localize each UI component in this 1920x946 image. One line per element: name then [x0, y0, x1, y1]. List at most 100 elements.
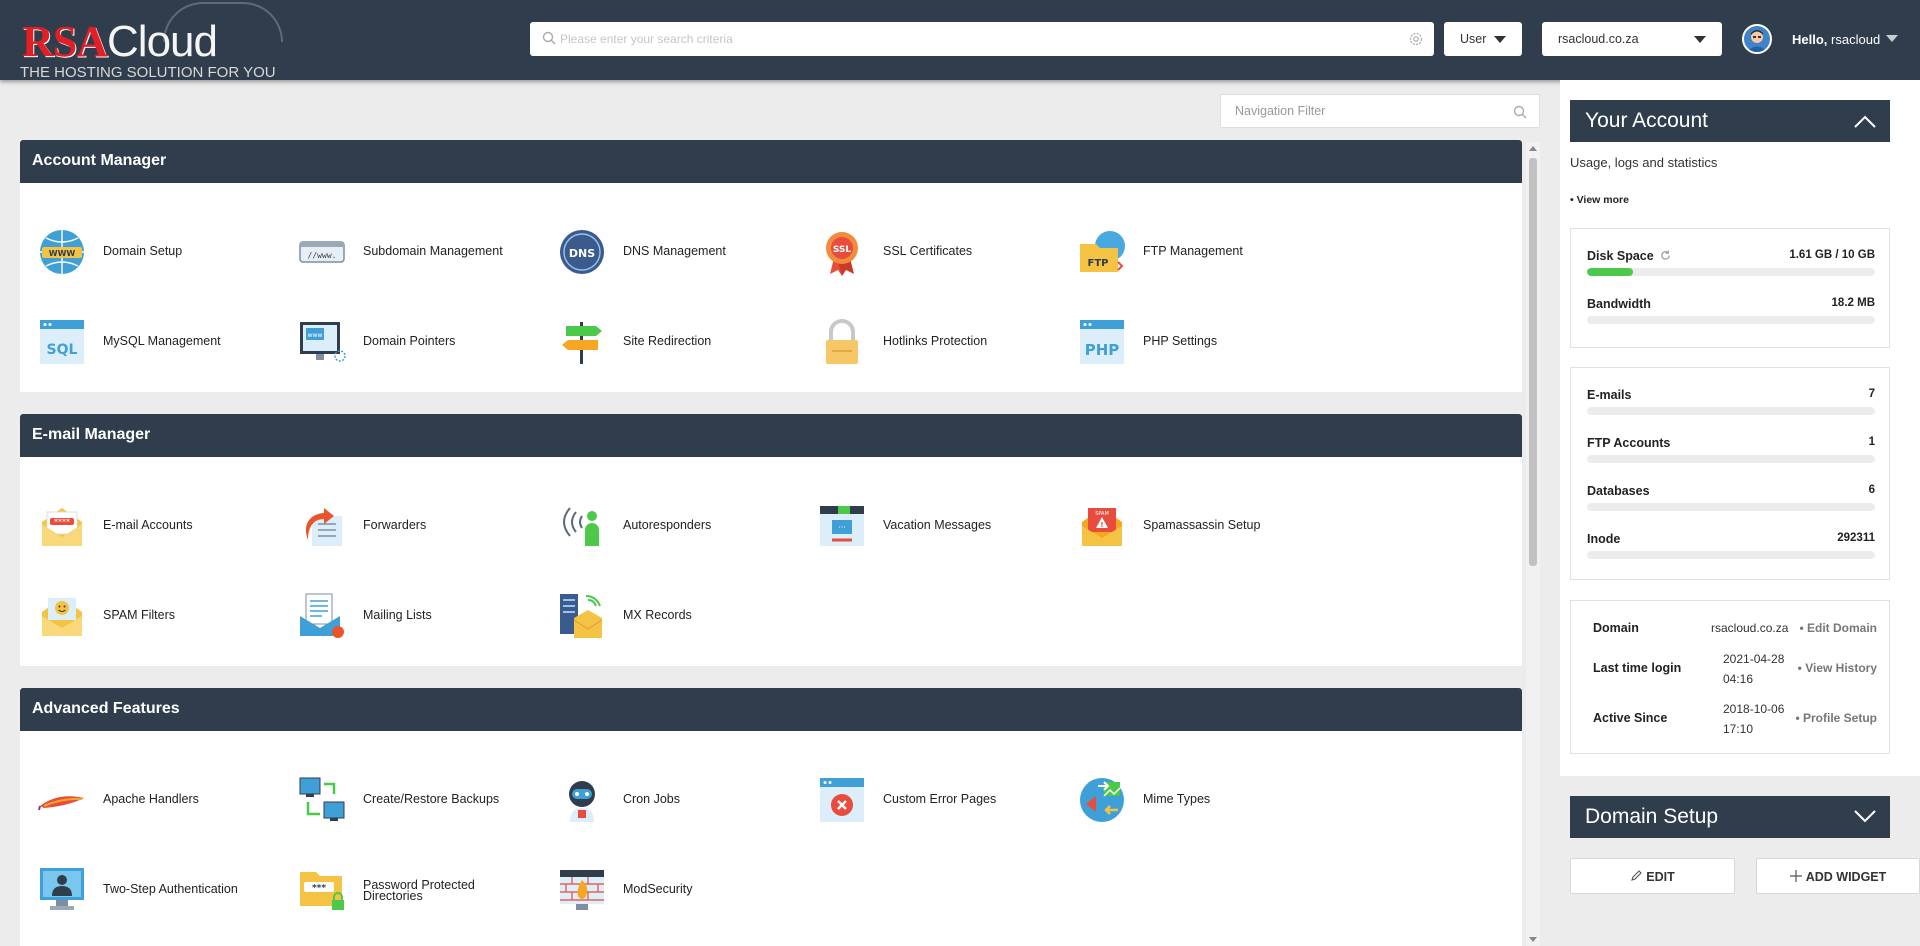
databases-bar: [1587, 503, 1875, 511]
pencil-icon: [1631, 870, 1643, 881]
item-label: Spamassassin Setup: [1143, 518, 1261, 532]
section-title: Account Manager: [20, 140, 1522, 183]
autoresponders-link[interactable]: Autoresponders: [540, 498, 800, 554]
bandwidth-label: Bandwidth: [1587, 297, 1651, 311]
svg-text:···: ···: [838, 523, 846, 532]
ftp-management-link[interactable]: FTP FTP Management: [1060, 224, 1320, 280]
password-protected-directories-link[interactable]: *** Password Protected Directories: [280, 862, 540, 918]
mailing-lists-link[interactable]: Mailing Lists: [280, 588, 540, 644]
padlock-icon: [826, 319, 858, 364]
item-label: Password Protected Directories: [363, 878, 475, 903]
avatar[interactable]: [1742, 24, 1772, 54]
user-level-label: User: [1460, 32, 1487, 46]
refresh-icon[interactable]: [1660, 250, 1671, 261]
domain-label: Domain: [1593, 621, 1639, 635]
mysql-management-link[interactable]: SQL MySQL Management: [20, 314, 280, 370]
disk-space-value: 1.61 GB / 10 GB: [1789, 249, 1875, 261]
item-label: Custom Error Pages: [883, 792, 997, 806]
chevron-down-icon[interactable]: [1854, 810, 1876, 824]
custom-error-pages-link[interactable]: Custom Error Pages: [800, 772, 1060, 828]
ftp-folder-icon: FTP: [1080, 231, 1125, 272]
item-label: MySQL Management: [103, 334, 221, 348]
logo-tagline: THE HOSTING SOLUTION FOR YOU: [20, 64, 276, 81]
item-label: Create/Restore Backups: [363, 792, 500, 806]
subdomain-management-link[interactable]: //www. Subdomain Management: [280, 224, 540, 280]
chevron-down-icon: [1694, 36, 1706, 43]
vacation-messages-link[interactable]: ··· Vacation Messages: [800, 498, 1060, 554]
user-greeting[interactable]: Hello, rsacloud: [1792, 32, 1880, 47]
item-label: DNS Management: [623, 244, 726, 258]
chevron-down-icon: [1494, 36, 1506, 43]
php-settings-link[interactable]: PHP PHP Settings: [1060, 314, 1320, 370]
envelope-password-icon: ****: [42, 508, 82, 546]
disk-space-label: Disk Space: [1587, 249, 1671, 263]
item-label: Forwarders: [363, 518, 427, 532]
hotlinks-protection-link[interactable]: Hotlinks Protection: [800, 314, 1060, 370]
domain-setup-widget-header[interactable]: Domain Setup: [1570, 796, 1890, 838]
apache-handlers-link[interactable]: Apache Handlers: [20, 772, 280, 828]
spam-filter-smiley-icon: [42, 598, 82, 636]
item-label: E-mail Accounts: [103, 518, 193, 532]
item-label: SSL Certificates: [883, 244, 973, 258]
item-label: Site Redirection: [623, 334, 712, 348]
navigation-filter-input[interactable]: [1235, 95, 1505, 127]
domain-dropdown[interactable]: rsacloud.co.za: [1542, 22, 1722, 56]
usage-card: Disk Space 1.61 GB / 10 GB Bandwidth 18.…: [1570, 228, 1890, 348]
profile-setup-link[interactable]: • Profile Setup: [1795, 711, 1877, 725]
user-level-dropdown[interactable]: User: [1444, 22, 1522, 56]
spam-filters-link[interactable]: SPAM Filters: [20, 588, 280, 644]
mx-server-icon: [560, 594, 603, 638]
view-more-link[interactable]: • View more: [1570, 194, 1629, 206]
logo-wordmark: RSACloud: [22, 17, 218, 66]
ssl-certificates-link[interactable]: SSL SSL Certificates: [800, 224, 1060, 280]
last-login-value: 2021-04-28 04:16: [1723, 652, 1785, 686]
mx-records-link[interactable]: MX Records: [540, 588, 800, 644]
section-title: E-mail Manager: [20, 414, 1522, 457]
active-since-label: Active Since: [1593, 711, 1668, 725]
site-redirection-link[interactable]: Site Redirection: [540, 314, 800, 370]
vacation-message-icon: ···: [820, 506, 864, 546]
domain-pointers-link[interactable]: www Domain Pointers: [280, 314, 540, 370]
item-label: PHP Settings: [1143, 334, 1218, 348]
svg-text:FTP: FTP: [1088, 258, 1109, 269]
edit-domain-link[interactable]: • Edit Domain: [1799, 621, 1877, 635]
scroll-down-arrow-icon[interactable]: [1529, 937, 1537, 942]
scroll-up-arrow-icon[interactable]: [1529, 146, 1537, 151]
widget-title: Domain Setup: [1585, 805, 1719, 828]
main-scrollbar[interactable]: [1526, 142, 1540, 946]
scrollbar-thumb[interactable]: [1529, 158, 1537, 566]
chevron-up-icon[interactable]: [1854, 114, 1876, 128]
item-label: ModSecurity: [623, 882, 693, 896]
two-step-authentication-link[interactable]: Two-Step Authentication: [20, 862, 280, 918]
databases-label: Databases: [1587, 484, 1650, 498]
edit-widgets-button[interactable]: EDIT: [1570, 858, 1735, 894]
your-account-widget-header[interactable]: Your Account: [1570, 100, 1890, 142]
add-widget-button[interactable]: ADD WIDGET: [1756, 858, 1920, 894]
search-icon: [1513, 105, 1527, 119]
rsacloud-logo[interactable]: RSACloud THE HOSTING SOLUTION FOR YOU: [18, 2, 283, 81]
gear-icon[interactable]: [1408, 31, 1424, 47]
create-restore-backups-link[interactable]: Create/Restore Backups: [280, 772, 540, 828]
domain-setup-link[interactable]: WWW Domain Setup: [20, 224, 280, 280]
cron-jobs-link[interactable]: Cron Jobs: [540, 772, 800, 828]
modsecurity-link[interactable]: ModSecurity: [540, 862, 800, 918]
search-input[interactable]: [560, 22, 1390, 56]
forwarders-link[interactable]: Forwarders: [280, 498, 540, 554]
emails-stat: E-mails 7: [1587, 388, 1875, 418]
account-manager-section: Account Manager WWW Domain Setup //www. …: [20, 140, 1522, 392]
mime-types-link[interactable]: Mime Types: [1060, 772, 1320, 828]
item-label: Vacation Messages: [883, 518, 992, 532]
item-label: Subdomain Management: [363, 244, 503, 258]
global-search[interactable]: [530, 22, 1434, 56]
chevron-down-icon[interactable]: [1886, 35, 1898, 42]
spamassassin-setup-link[interactable]: SPAM! Spamassassin Setup: [1060, 498, 1320, 554]
email-accounts-link[interactable]: **** E-mail Accounts: [20, 498, 280, 554]
firewall-icon: [560, 870, 604, 910]
navigation-filter[interactable]: [1220, 94, 1540, 128]
view-history-link[interactable]: • View History: [1798, 661, 1877, 675]
dns-management-link[interactable]: DNS DNS Management: [540, 224, 800, 280]
svg-text:WWW: WWW: [49, 249, 76, 258]
ftp-accounts-bar: [1587, 455, 1875, 463]
error-page-icon: [820, 778, 864, 822]
bandwidth-bar: [1587, 316, 1875, 324]
